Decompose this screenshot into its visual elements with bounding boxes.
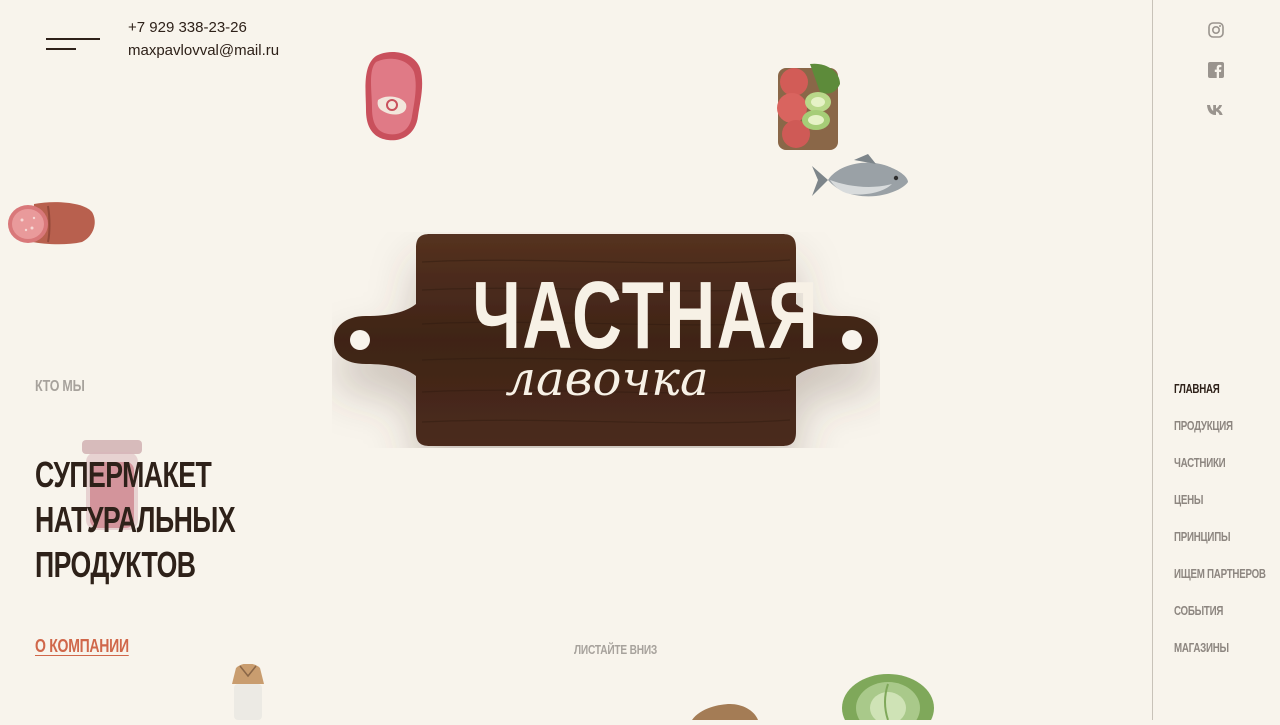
about-company-link[interactable]: О КОМПАНИИ	[35, 636, 129, 657]
nav-item-partners[interactable]: ИЩЕМ ПАРТНЕРОВ	[1174, 563, 1266, 600]
fish-image	[810, 154, 910, 211]
menu-line	[46, 48, 76, 50]
milk-bottle-image	[226, 663, 270, 725]
menu-line	[46, 38, 100, 40]
nav-item-shops[interactable]: МАГАЗИНЫ	[1174, 637, 1266, 674]
facebook-icon[interactable]	[1206, 60, 1226, 80]
phone-link[interactable]: +7 929 338-23-26	[128, 16, 279, 39]
logo-title: ЧАСТНАЯ	[472, 262, 820, 369]
email-link[interactable]: maxpavlovval@mail.ru	[128, 39, 279, 62]
sandwich-image	[776, 62, 842, 157]
headline-line: ПРОДУКТОВ	[35, 544, 196, 585]
scroll-down-hint[interactable]: ЛИСТАЙТЕ ВНИЗ	[574, 642, 657, 657]
contacts: +7 929 338-23-26 maxpavlovval@mail.ru	[128, 16, 279, 62]
nav-item-prices[interactable]: ЦЕНЫ	[1174, 489, 1266, 526]
nav-item-products[interactable]: ПРОДУКЦИЯ	[1174, 415, 1266, 452]
instagram-icon[interactable]	[1206, 20, 1226, 40]
headline-line: СУПЕРМАКЕТ	[35, 454, 212, 495]
headline-line: НАТУРАЛЬНЫХ	[35, 499, 236, 540]
nav-item-events[interactable]: СОБЫТИЯ	[1174, 600, 1266, 637]
nav-item-home[interactable]: ГЛАВНАЯ	[1174, 378, 1266, 415]
menu-button[interactable]	[46, 38, 100, 54]
section-label: КТО МЫ	[35, 378, 85, 395]
vk-icon[interactable]	[1206, 100, 1226, 120]
hero-headline: СУПЕРМАКЕТ НАТУРАЛЬНЫХ ПРОДУКТОВ	[35, 452, 236, 587]
nav-item-farmers[interactable]: ЧАСТНИКИ	[1174, 452, 1266, 489]
steak-image	[362, 50, 424, 149]
cabbage-image	[840, 672, 936, 725]
logo-board: ЧАСТНАЯ лавочка	[332, 232, 880, 448]
bread-image	[690, 704, 760, 725]
logo-subtitle: лавочка	[505, 351, 709, 407]
sausage-image	[4, 200, 98, 251]
main-nav: ГЛАВНАЯ ПРОДУКЦИЯ ЧАСТНИКИ ЦЕНЫ ПРИНЦИПЫ…	[1174, 378, 1280, 674]
right-rail-divider	[1152, 0, 1153, 720]
nav-item-principles[interactable]: ПРИНЦИПЫ	[1174, 526, 1266, 563]
